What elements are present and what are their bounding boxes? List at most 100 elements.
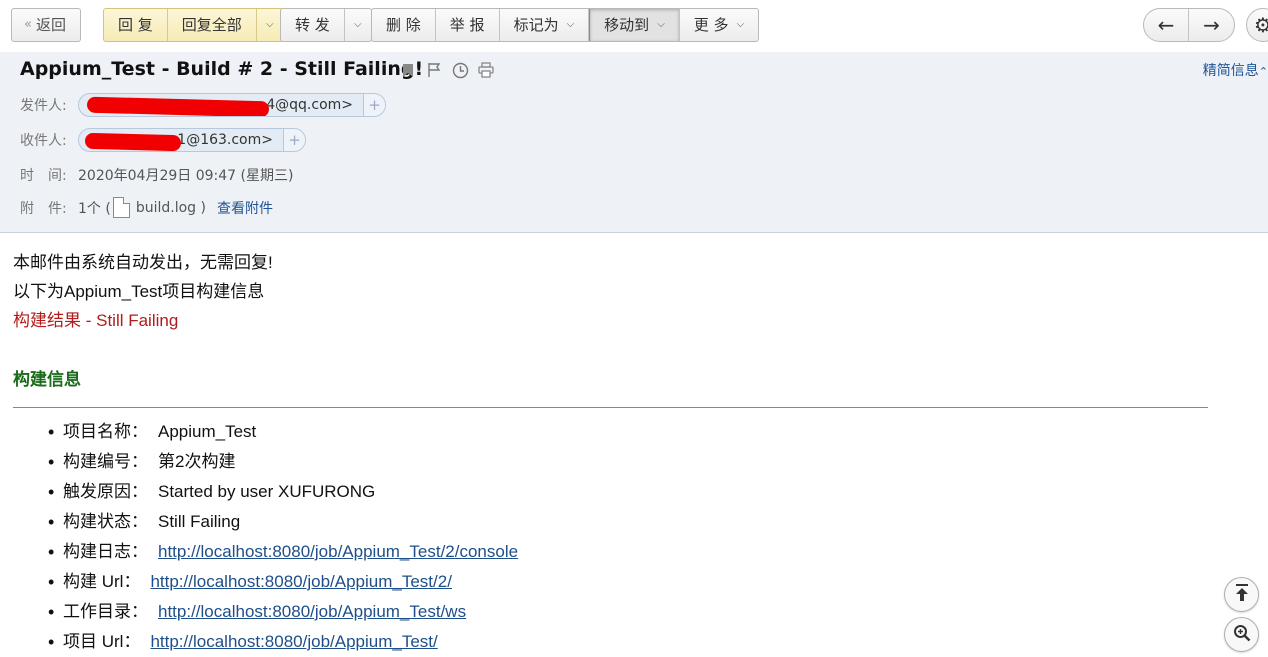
list-item: 构建 Url： http://localhost:8080/job/Appium_… (48, 567, 1213, 597)
mail-body: 本邮件由系统自动发出，无需回复! 以下为Appium_Test项目构建信息 构建… (13, 248, 1213, 657)
list-item: 构建状态： Still Failing (48, 507, 1213, 537)
clock-icon[interactable] (450, 60, 470, 80)
to-address-chip[interactable]: 1@163.com> + (78, 128, 306, 152)
item-value: Started by user XUFURONG (158, 482, 376, 501)
time-label: 时 间: (20, 168, 67, 184)
reply-group: 回 复 回复全部 ⌵ (103, 8, 284, 42)
bookmark-icon[interactable] (398, 60, 418, 80)
item-key: 工作目录： (63, 602, 148, 621)
scroll-top-button[interactable] (1224, 577, 1259, 612)
item-value: 第2次构建 (158, 452, 236, 471)
from-address-chip[interactable]: 4@qq.com> + (78, 93, 386, 117)
from-address-text: 4@qq.com> (266, 97, 353, 113)
item-key: 构建 Url： (63, 572, 141, 591)
arrow-left-icon: ← (1157, 13, 1175, 37)
reply-button[interactable]: 回 复 (104, 9, 168, 41)
from-row: 发件人: 4@qq.com> + (20, 93, 386, 117)
mark-as-button[interactable]: 标记为 ⌵ (500, 9, 590, 41)
brief-info-link[interactable]: 精简信息⌃ (1203, 60, 1268, 80)
mail-toolbar: « 返回 回 复 回复全部 ⌵ 转 发 ⌵ 删 除 举 报 标记为 ⌵ 移动到 … (0, 0, 1268, 52)
from-label: 发件人: (20, 98, 67, 114)
chevron-down-icon: ⌵ (736, 19, 745, 30)
arrow-right-icon: → (1203, 13, 1220, 37)
settings-button[interactable]: ⚙ (1246, 8, 1268, 42)
report-button[interactable]: 举 报 (436, 9, 500, 41)
chevron-down-icon: ⌵ (566, 19, 575, 30)
scroll-top-icon (1234, 583, 1250, 606)
forward-group: 转 发 ⌵ (280, 8, 372, 42)
chevron-down-icon: ⌵ (353, 19, 362, 30)
build-url-link[interactable]: http://localhost:8080/job/Appium_Test/2/ (150, 572, 451, 591)
to-address: 1@163.com> (79, 132, 283, 151)
section-title: 构建信息 (13, 370, 81, 389)
forward-button[interactable]: 转 发 (281, 9, 345, 41)
move-to-label: 移动到 (604, 16, 650, 34)
build-info-list: 项目名称： Appium_Test 构建编号： 第2次构建 触发原因： Started… (13, 417, 1213, 657)
reply-dropdown-button[interactable]: ⌵ (257, 9, 283, 41)
workspace-link[interactable]: http://localhost:8080/job/Appium_Test/ws (158, 602, 466, 621)
item-key: 触发原因： (63, 482, 148, 501)
mail-header: Appium_Test - Build # 2 - Still Failing!… (0, 52, 1268, 233)
list-item: 构建编号： 第2次构建 (48, 447, 1213, 477)
gear-icon: ⚙ (1254, 13, 1268, 37)
item-key: 构建状态： (63, 512, 148, 531)
attachment-name[interactable]: build.log ) (136, 200, 206, 216)
actions-group: 删 除 举 报 标记为 ⌵ 移动到 ⌵ 更 多 ⌵ (371, 8, 760, 42)
build-result: 构建结果 - Still Failing (13, 311, 179, 330)
to-label: 收件人: (20, 133, 67, 149)
body-line: 本邮件由系统自动发出，无需回复! (13, 253, 273, 272)
prev-next-group: ← → (1143, 8, 1235, 42)
list-item: 触发原因： Started by user XUFURONG (48, 477, 1213, 507)
item-value: Appium_Test (158, 422, 257, 441)
more-label: 更 多 (693, 16, 729, 34)
delete-button[interactable]: 删 除 (372, 9, 436, 41)
list-item: 工作目录： http://localhost:8080/job/Appium_Te… (48, 597, 1213, 627)
move-to-button[interactable]: 移动到 ⌵ (589, 9, 680, 41)
item-key: 项目名称： (63, 422, 148, 441)
add-contact-button[interactable]: + (363, 94, 385, 116)
more-button[interactable]: 更 多 ⌵ (680, 9, 758, 41)
attachment-label: 附 件: (20, 200, 67, 217)
item-key: 构建日志： (63, 542, 148, 561)
list-item: 项目 Url： http://localhost:8080/job/Appium_… (48, 627, 1213, 657)
next-mail-button[interactable]: → (1189, 9, 1234, 41)
item-key: 项目 Url： (63, 632, 141, 651)
view-attachment-link[interactable]: 查看附件 (217, 198, 273, 218)
time-value: 2020年04月29日 09:47 (星期三) (78, 168, 294, 184)
attachment-row: 附 件: 1个 ( build.log ) 查看附件 (20, 197, 273, 218)
list-item: 项目名称： Appium_Test (48, 417, 1213, 447)
back-label: 返回 (35, 16, 66, 34)
item-value: Still Failing (158, 512, 241, 531)
project-url-link[interactable]: http://localhost:8080/job/Appium_Test/ (150, 632, 437, 651)
from-address: 4@qq.com> (79, 96, 363, 116)
list-item: 构建日志： http://localhost:8080/job/Appium_Te… (48, 537, 1213, 567)
back-button[interactable]: « 返回 (12, 9, 80, 41)
add-contact-button[interactable]: + (283, 129, 305, 151)
item-key: 构建编号： (63, 452, 148, 471)
double-chevron-up-icon: ⌃ (1258, 65, 1268, 78)
zoom-icon (1233, 624, 1251, 646)
zoom-button[interactable] (1224, 617, 1259, 652)
body-line: 以下为Appium_Test项目构建信息 (13, 282, 265, 301)
chevron-down-icon: ⌵ (657, 19, 665, 30)
time-row: 时 间: 2020年04月29日 09:47 (星期三) (20, 165, 293, 185)
attachment-count: 1个 ( (78, 200, 111, 217)
chevron-down-icon: ⌵ (266, 19, 274, 30)
console-log-link[interactable]: http://localhost:8080/job/Appium_Test/2/… (158, 542, 518, 561)
subject-icons (398, 60, 496, 80)
double-chevron-left-icon: « (24, 17, 32, 32)
divider (13, 407, 1208, 408)
prev-mail-button[interactable]: ← (1144, 9, 1190, 41)
to-row: 收件人: 1@163.com> + (20, 128, 306, 152)
flag-icon[interactable] (424, 60, 444, 80)
redaction-mark (86, 96, 270, 116)
back-group: « 返回 (11, 8, 81, 42)
redaction-mark (84, 132, 182, 151)
forward-dropdown-button[interactable]: ⌵ (345, 9, 371, 41)
print-icon[interactable] (476, 60, 496, 80)
reply-all-button[interactable]: 回复全部 (168, 9, 257, 41)
brief-info-label: 精简信息 (1202, 63, 1259, 79)
file-icon (112, 197, 130, 218)
mail-subject: Appium_Test - Build # 2 - Still Failing! (20, 58, 424, 80)
mark-as-label: 标记为 (513, 16, 559, 34)
